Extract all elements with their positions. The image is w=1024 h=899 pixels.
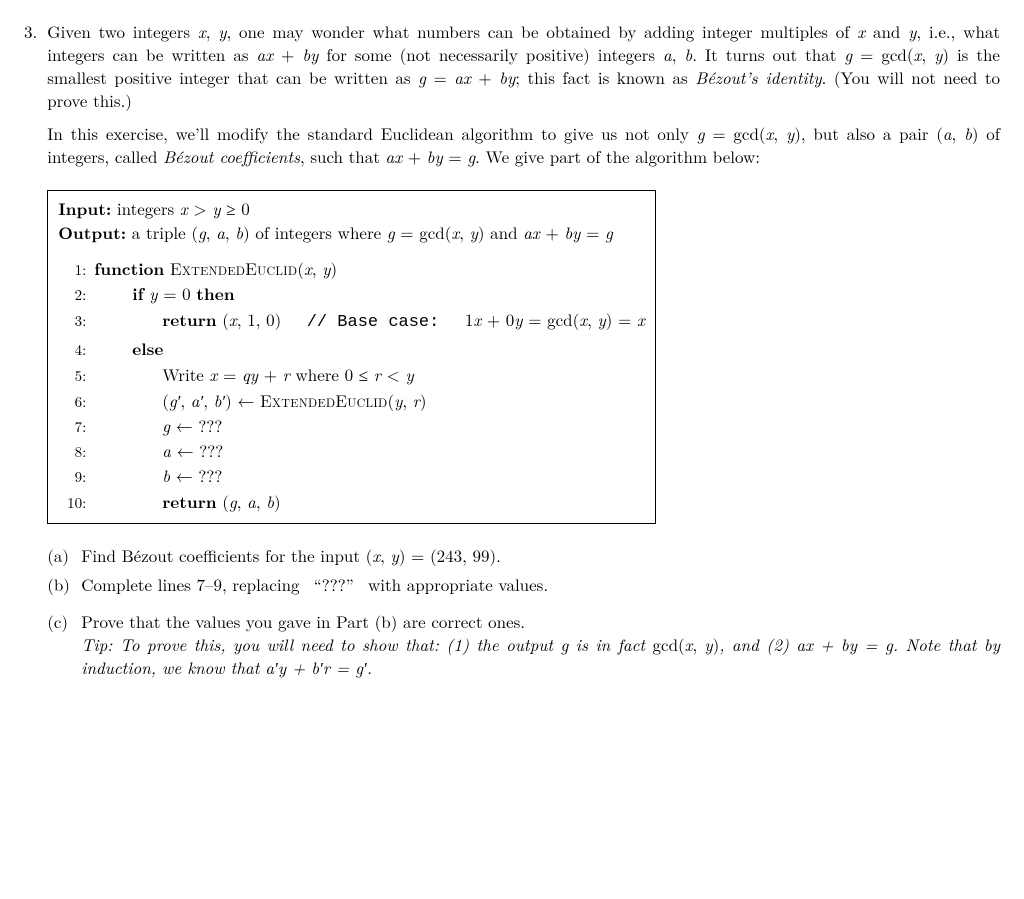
algo-output: Output: a triple (g, a, b) of integers w… [58,221,645,245]
algorithm-box: Input: integers x > y ≥ 0 Output: a trip… [47,190,656,525]
part-b-label: (b) [47,573,73,596]
part-c-text: Prove that the values you gave in Part (… [81,610,1000,679]
subparts: (a) Find Bézout coefficients for the inp… [47,544,1000,679]
algo-line-5: 5: Write x = qy + r where 0 ≤ r < y [58,363,645,386]
output-label: Output: [58,221,126,245]
part-b-text: Complete lines 7–9, replacing “???” with… [81,573,548,596]
paragraph-1: Given two integers x, y, one may wonder … [47,20,1000,112]
algo-line-6: 6: (g′, a′, b′) ← ExtendedEuclid(y, r) [58,389,645,412]
algo-line-3: 3: return (x, 1, 0) // Base case: 1x + 0… [58,308,645,335]
algo-line-8: 8: a ← ??? [58,439,645,462]
part-a: (a) Find Bézout coefficients for the inp… [47,544,1000,567]
algo-input: Input: integers x > y ≥ 0 [58,197,645,221]
algo-line-4: 4: else [58,337,645,361]
part-a-label: (a) [47,544,73,567]
algo-line-9: 9: b ← ??? [58,464,645,487]
input-label: Input: [58,197,111,221]
paragraph-2: In this exercise, we’ll modify the stand… [47,122,1000,168]
algo-line-7: 7: g ← ??? [58,414,645,437]
problem-body: Given two integers x, y, one may wonder … [47,20,1000,685]
algo-line-1: 1: function ExtendedEuclid(x, y) [58,257,645,281]
part-a-text: Find Bézout coefficients for the input (… [81,544,501,567]
problem-number: 3. [24,20,37,685]
algo-line-10: 10: return (g, a, b) [58,490,645,514]
part-b: (b) Complete lines 7–9, replacing “???” … [47,573,1000,596]
algo-line-2: 2: if y = 0 then [58,282,645,306]
part-c-tip: Tip: To prove this, you will need to sho… [81,632,652,656]
comment-base-case: // Base case: [307,313,440,332]
part-c: (c) Prove that the values you gave in Pa… [47,610,1000,679]
problem-3: 3. Given two integers x, y, one may wond… [24,20,1000,685]
part-c-label: (c) [47,610,73,679]
